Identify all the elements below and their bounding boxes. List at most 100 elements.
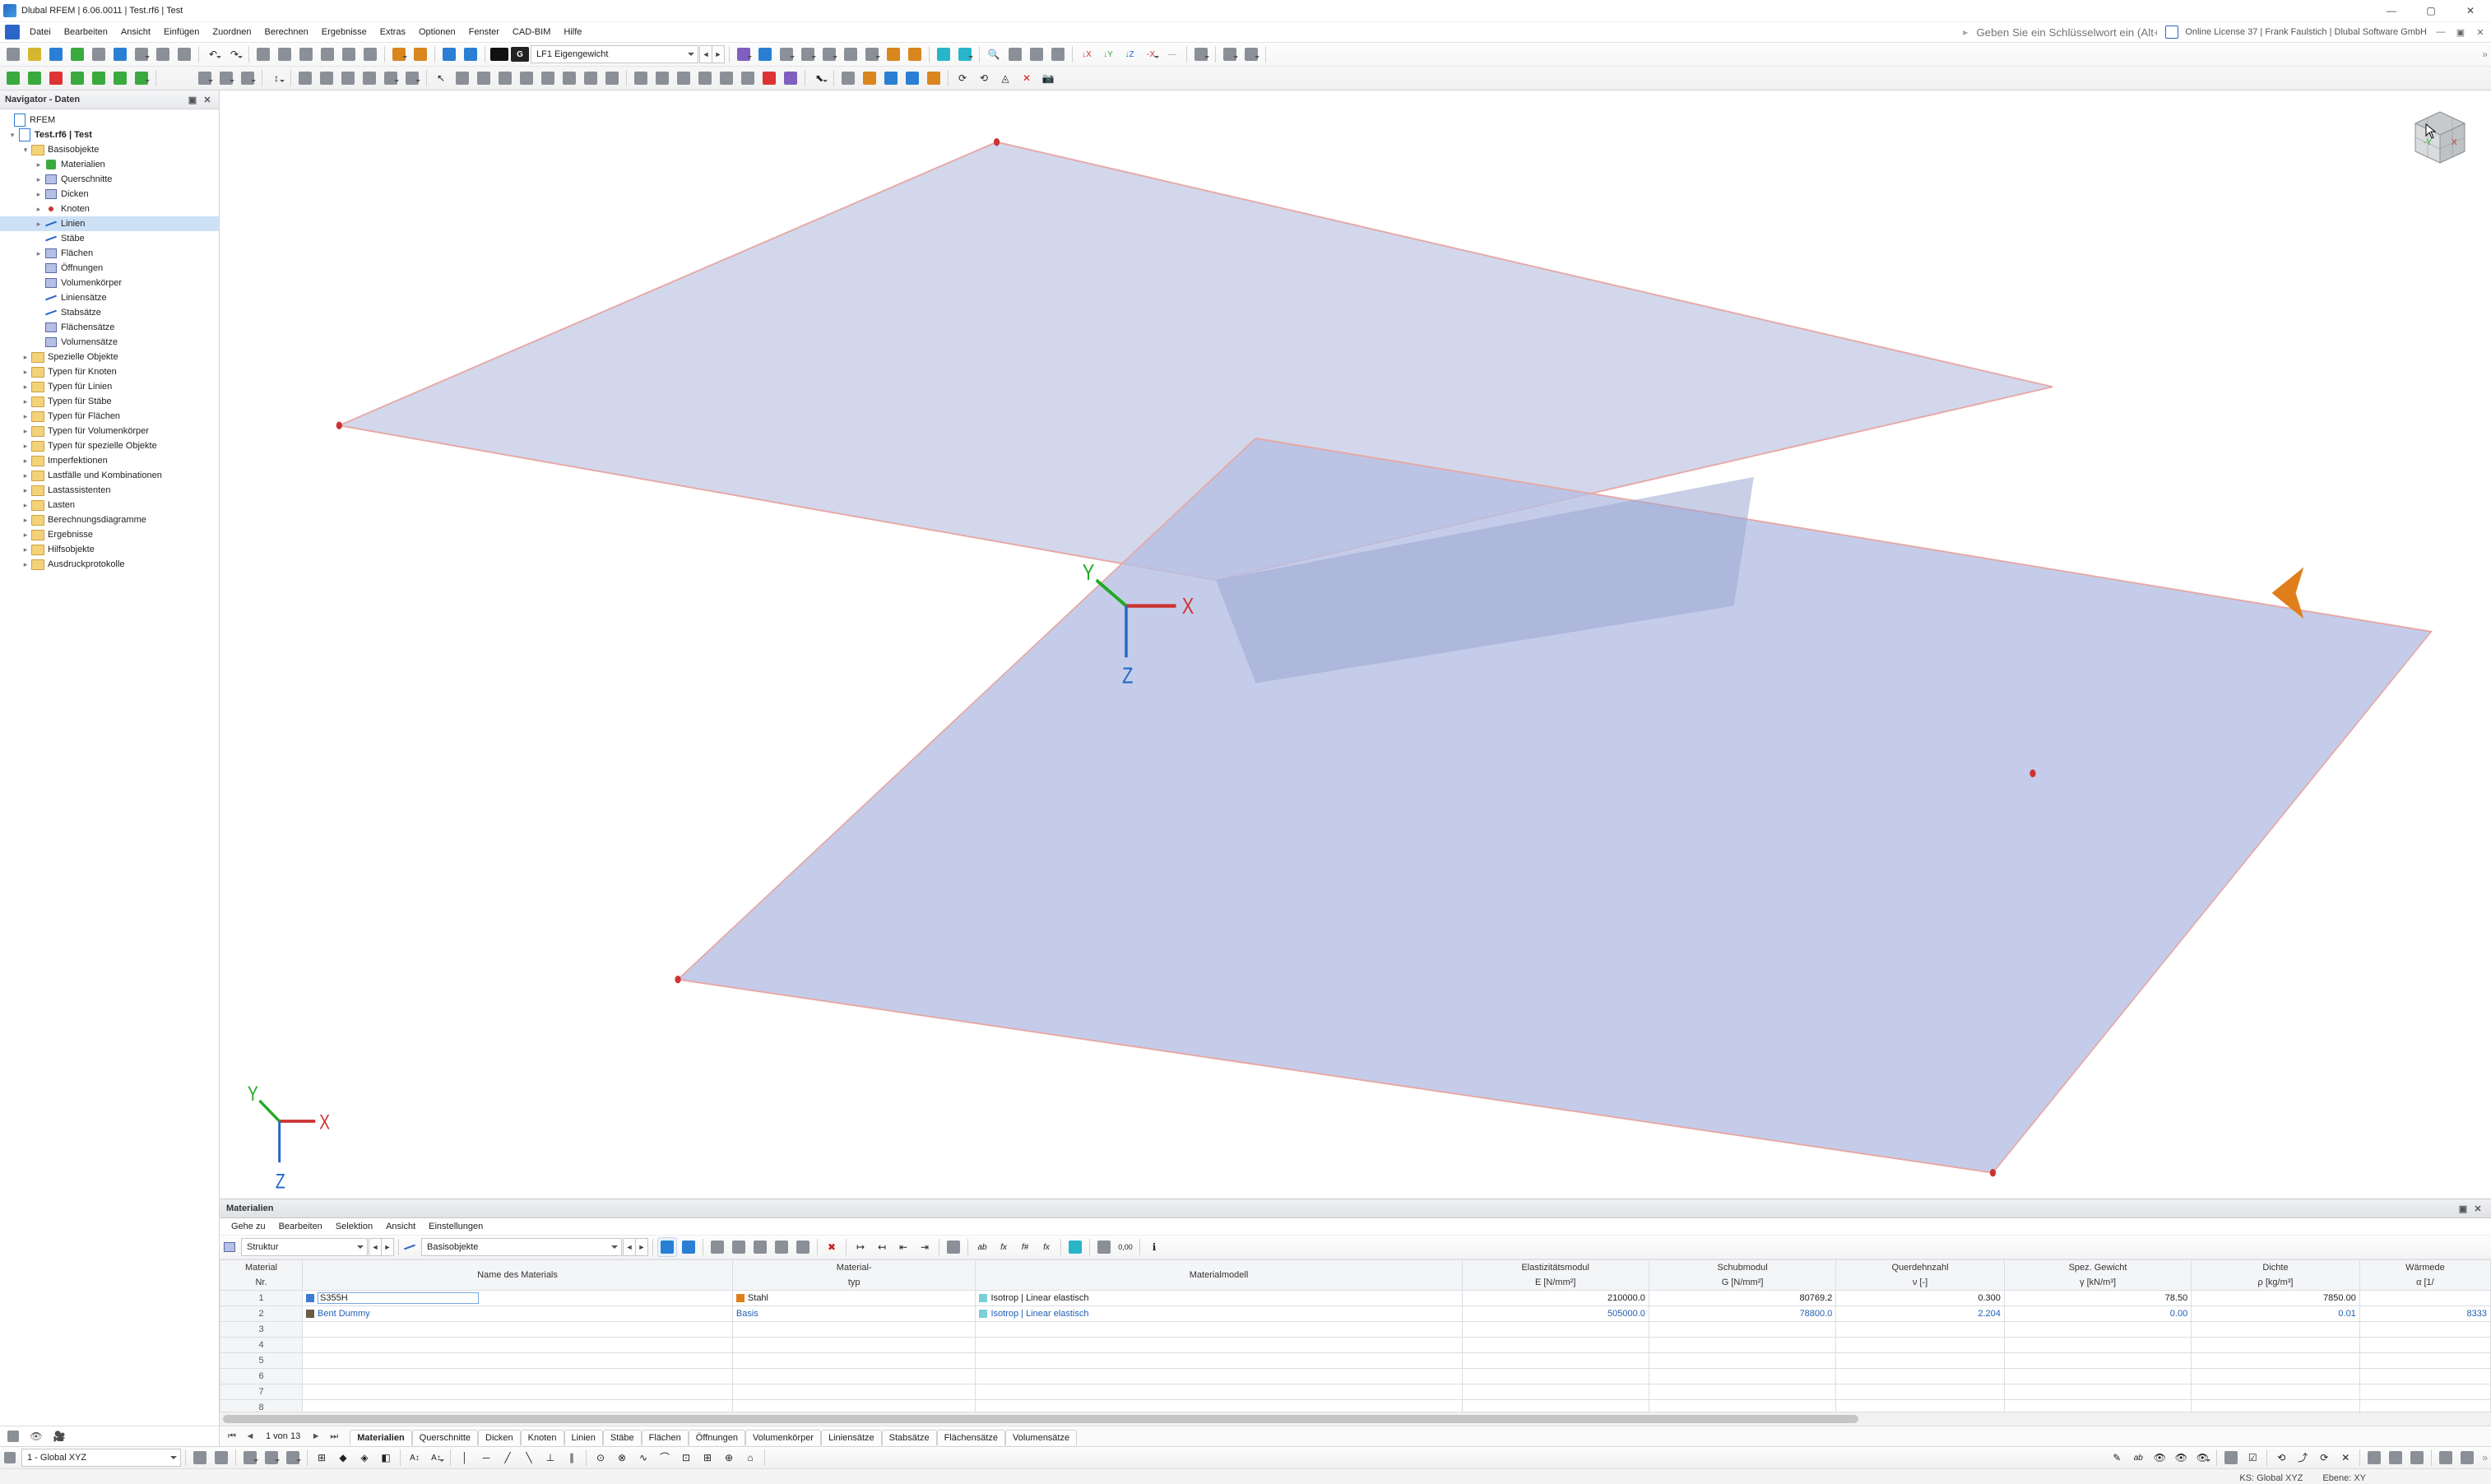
panel-menu-bearbeiten[interactable]: Bearbeiten <box>272 1219 329 1234</box>
panel-tb-active-1[interactable] <box>657 1237 677 1257</box>
bb-24[interactable]: ⊕ <box>719 1448 739 1468</box>
chart7-button[interactable] <box>581 68 601 88</box>
load8-button[interactable] <box>884 44 903 64</box>
axis-z-button[interactable]: ↓Z <box>1120 44 1139 64</box>
bb-3[interactable] <box>240 1448 260 1468</box>
panel-cat-combo[interactable]: Basisobjekte <box>421 1238 622 1256</box>
h8-button[interactable] <box>781 68 800 88</box>
bb-r3[interactable]: 👁 <box>2150 1448 2169 1468</box>
tree-f-button[interactable] <box>110 68 130 88</box>
table2-button[interactable] <box>275 44 295 64</box>
tree-item-stabsätze[interactable]: Stabsätze <box>0 305 219 320</box>
table5-button[interactable] <box>339 44 359 64</box>
bb-19[interactable]: ⊗ <box>612 1448 632 1468</box>
truck2-button[interactable] <box>955 44 975 64</box>
grid2-button[interactable] <box>860 68 879 88</box>
menu-bearbeiten[interactable]: Bearbeiten <box>58 24 114 40</box>
tree-group-imperfektionen[interactable]: ▸Imperfektionen <box>0 453 219 468</box>
panel-tab-flächensätze[interactable]: Flächensätze <box>937 1430 1005 1445</box>
draw6-button[interactable] <box>402 68 422 88</box>
keyword-search-input[interactable] <box>1974 26 2159 39</box>
h1-button[interactable] <box>631 68 651 88</box>
grid5-button[interactable] <box>924 68 944 88</box>
menu-datei[interactable]: Datei <box>23 24 58 40</box>
tree-item-öffnungen[interactable]: Öffnungen <box>0 261 219 276</box>
bb-4[interactable] <box>262 1448 281 1468</box>
bb-10[interactable]: A↕ <box>405 1448 424 1468</box>
tree-project[interactable]: ▾ Test.rf6 | Test <box>0 128 219 142</box>
navigator-tree[interactable]: RFEM ▾ Test.rf6 | Test ▾ Basisobjekte ▸M… <box>0 109 219 1426</box>
nav-footer-camera-icon[interactable]: 🎥 <box>51 1428 67 1445</box>
tree-item-dicken[interactable]: ▸Dicken <box>0 187 219 202</box>
mdi-close-button[interactable]: ✕ <box>2475 26 2486 38</box>
chart6-button[interactable] <box>559 68 579 88</box>
bb-r13[interactable] <box>2386 1448 2405 1468</box>
black-block-button[interactable] <box>489 44 509 64</box>
chart1-button[interactable] <box>452 68 472 88</box>
chart3-button[interactable] <box>495 68 515 88</box>
table-row[interactable]: 1S355HStahlIsotrop | Linear elastisch210… <box>220 1291 2491 1306</box>
draw3-button[interactable] <box>338 68 358 88</box>
bb-r10[interactable]: ⟳ <box>2314 1448 2334 1468</box>
minimize-button[interactable]: — <box>2374 0 2409 21</box>
panel-tb-fx3[interactable]: f# <box>1015 1237 1035 1257</box>
print-button[interactable] <box>132 44 151 64</box>
bb-7[interactable]: ◆ <box>333 1448 353 1468</box>
m2-button[interactable]: ⟲ <box>974 68 994 88</box>
bb-r5[interactable]: 👁 <box>2192 1448 2212 1468</box>
panel-tab-linien[interactable]: Linien <box>564 1430 603 1445</box>
tree-group-spezielle-objekte[interactable]: ▸Spezielle Objekte <box>0 350 219 364</box>
tree-a-button[interactable] <box>3 68 23 88</box>
panel-tb-g1[interactable] <box>1065 1237 1085 1257</box>
menu-cad-bim[interactable]: CAD-BIM <box>506 24 557 40</box>
h3-button[interactable] <box>674 68 693 88</box>
tree-item-stäbe[interactable]: Stäbe <box>0 231 219 246</box>
arrow-button[interactable]: ↖ <box>431 68 451 88</box>
tree-group-typen-für-knoten[interactable]: ▸Typen für Knoten <box>0 364 219 379</box>
tree-item-knoten[interactable]: ▸Knoten <box>0 202 219 216</box>
sel2-button[interactable] <box>216 68 236 88</box>
m1-button[interactable]: ⟳ <box>953 68 972 88</box>
chart2-button[interactable] <box>474 68 494 88</box>
panel-tab-querschnitte[interactable]: Querschnitte <box>412 1430 478 1445</box>
tree-item-volumensätze[interactable]: Volumensätze <box>0 335 219 350</box>
table-row[interactable]: 3 <box>220 1322 2491 1338</box>
draw5-button[interactable] <box>381 68 401 88</box>
panel-tb-c3[interactable] <box>750 1237 770 1257</box>
grid4-button[interactable] <box>902 68 922 88</box>
panel-tb-info[interactable]: ℹ <box>1144 1237 1164 1257</box>
panel-tb-fx4[interactable]: fx <box>1037 1237 1056 1257</box>
nodes-button[interactable] <box>439 44 459 64</box>
tree-item-materialien[interactable]: ▸Materialien <box>0 157 219 172</box>
app-menu-icon[interactable] <box>5 25 20 39</box>
view-iso-button[interactable] <box>1005 44 1025 64</box>
refresh-button[interactable] <box>46 44 66 64</box>
lc-prev-button[interactable]: ◄ <box>699 45 712 63</box>
panel-tb-c5[interactable] <box>793 1237 813 1257</box>
chart5-button[interactable] <box>538 68 558 88</box>
tree-group-typen-für-flächen[interactable]: ▸Typen für Flächen <box>0 409 219 424</box>
pager-prev-button[interactable]: ◄ <box>243 1429 257 1444</box>
panel-menu-selektion[interactable]: Selektion <box>329 1219 379 1234</box>
bb-12[interactable]: │ <box>455 1448 475 1468</box>
bb-r16[interactable] <box>2457 1448 2477 1468</box>
panel-tb-fx1[interactable]: ab <box>972 1237 992 1257</box>
panel-tb-c2[interactable] <box>729 1237 749 1257</box>
menu-berechnen[interactable]: Berechnen <box>258 24 315 40</box>
panel-cat-next[interactable]: ► <box>635 1238 648 1256</box>
mdi-minimize-button[interactable]: — <box>2435 26 2447 38</box>
bb-20[interactable]: ∿ <box>633 1448 653 1468</box>
menu-einfügen[interactable]: Einfügen <box>157 24 206 40</box>
panel-tab-knoten[interactable]: Knoten <box>521 1430 564 1445</box>
chart4-button[interactable] <box>517 68 536 88</box>
redo-button[interactable]: ↷ <box>225 44 244 64</box>
view-zoom-button[interactable]: 🔍 <box>984 44 1004 64</box>
axis-neg-x-button[interactable]: -X <box>1141 44 1161 64</box>
doc2-button[interactable] <box>174 44 194 64</box>
bb-r4[interactable]: 👁 <box>2171 1448 2191 1468</box>
panel-float-button[interactable]: ▣ <box>2456 1202 2470 1215</box>
menu-extras[interactable]: Extras <box>373 24 412 40</box>
bottombar-overflow-icon[interactable]: » <box>2482 1453 2488 1463</box>
tree-b-button[interactable] <box>25 68 44 88</box>
panel-struct-prev[interactable]: ◄ <box>369 1238 382 1256</box>
